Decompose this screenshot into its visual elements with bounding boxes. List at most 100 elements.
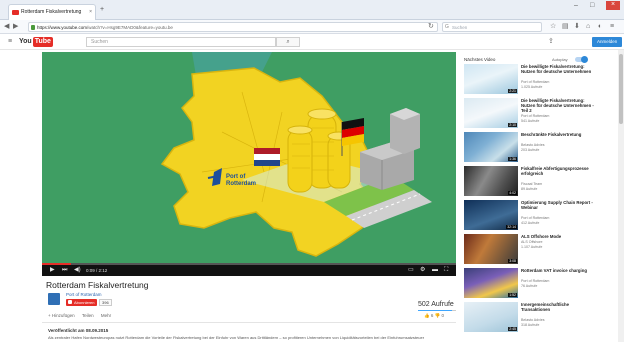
page-scrollbar[interactable] [618,50,624,342]
search-icon: ⌕ [286,39,290,45]
recommendation-thumbnail[interactable]: 2:21 [464,64,518,94]
channel-name[interactable]: Port of Rotterdam [66,292,102,298]
recommendation-title[interactable]: Innergemeinschaftliche Transaktionen [521,302,594,312]
recommendation-views: 76 Aufrufe [521,283,538,288]
fullscreen-icon[interactable]: ⛶ [444,266,448,275]
more-button[interactable]: Mehr [101,313,111,318]
recommendation-item[interactable]: 2:45 Innergemeinschaftliche Transaktionen… [464,302,594,332]
action-buttons: + Hinzufügen Teilen Mehr [48,313,117,319]
time-display: 0:09 / 2:12 [86,268,108,273]
autoplay-label: Autoplay [552,57,568,62]
recommendation-duration: 1:36 [508,157,517,161]
reload-icon[interactable]: ↻ [428,22,434,31]
recommendation-item[interactable]: 4:02 Fiskalfreie Abfertigungsprozesse erf… [464,166,594,196]
player-controls: ▶ ⏭ ◀) 0:09 / 2:12 ▭ ⚙ ▬ ⛶ [42,265,456,276]
settings-icon[interactable]: ⚙ [420,266,425,275]
logo-tube: Tube [32,37,53,47]
bookmarks-list-icon[interactable]: ▤ [562,22,569,31]
scrollbar-thumb[interactable] [619,54,623,124]
youtube-search-button[interactable]: ⌕ [276,37,300,47]
tab-title: Rotterdam Fiskalvertretung [21,9,82,15]
recommendation-item[interactable]: 1:36 Beschränkte Fiskalvertretung Belasto … [464,132,594,162]
youtube-header: ≡ You Tube Suchen ⌕ ⇪ Anmelden [0,34,624,50]
recommendation-thumbnail[interactable]: 1:36 [464,132,518,162]
recommendation-item[interactable]: 2:21 Die bewilligte Fiskalvertretung: Nut… [464,64,594,94]
share-button[interactable]: Teilen [82,313,94,318]
thumbs-up-icon[interactable]: 👍 [424,313,430,318]
video-description: Als zentraler Hafen Nordwesteuropas nutz… [48,335,425,340]
theater-mode-icon[interactable]: ▬ [432,266,438,275]
recommendation-item[interactable]: 2:10 Die bewilligte Fiskalvertretung: Nut… [464,98,594,128]
video-title: Rotterdam Fiskalvertretung [46,280,149,290]
recommendation-title[interactable]: Die bewilligte Fiskalvertretung: Nutzen … [521,64,594,74]
browser-tab[interactable]: Rotterdam Fiskalvertretung × [8,4,96,20]
add-to-button[interactable]: + Hinzufügen [48,313,75,318]
next-icon[interactable]: ⏭ [62,266,67,275]
subscribe-label: Abonnieren [74,300,95,305]
video-player[interactable]: Port of Rotterdam ▶ ⏭ ◀) 0:09 / 2:12 ▭ ⚙… [42,52,456,276]
video-frame[interactable]: Port of Rotterdam [42,52,456,264]
recommendation-title[interactable]: Rotterdam VAT invoice charging [521,268,594,273]
download-icon[interactable]: ⬇ [574,22,580,31]
logo-line-2: Rotterdam [226,181,256,187]
subtitles-icon[interactable]: ▭ [408,266,414,275]
home-icon[interactable]: ⌂ [586,22,590,31]
tab-close-icon[interactable]: × [89,5,92,20]
browser-nav-bar: ◀ ▶ https://www.youtube.com/watch?v=Hsg9… [0,20,624,34]
up-next-heading: Nächstes Video [464,57,496,62]
recommendation-title[interactable]: ALS Offshore Mode [521,234,594,239]
lock-icon [31,25,35,30]
recommendation-views: 412 Aufrufe [521,220,540,225]
maximize-button[interactable]: □ [590,2,594,10]
minimize-button[interactable]: – [574,2,578,10]
recommendation-item[interactable]: 3:08 ALS Offshore Mode ALS Offshore 1.107 A… [464,234,594,264]
subscribe-button[interactable]: Abonnieren [66,299,98,306]
guide-menu-icon[interactable]: ≡ [8,38,12,46]
signin-button[interactable]: Anmelden [592,37,623,47]
recommendation-duration: 32:14 [506,225,517,229]
recommendation-item[interactable]: 32:14 Optimierung Supply Chain Report - W… [464,200,594,230]
thumbs-down-icon[interactable]: 👎 [435,313,441,318]
recommendation-duration: 2:21 [508,89,517,93]
recommendation-title[interactable]: Beschränkte Fiskalvertretung [521,132,594,137]
like-count: 6 [430,313,434,318]
menu-icon[interactable]: ≡ [610,22,614,31]
recommendation-views: 541 Aufrufe [521,118,540,123]
close-window-button[interactable]: × [606,1,620,10]
divider [42,322,456,323]
address-bar[interactable]: https://www.youtube.com/watch?v=Hsg9E7MA… [28,22,438,32]
recommendation-title[interactable]: Optimierung Supply Chain Report - Webina… [521,200,594,210]
recommendation-item[interactable]: 1:52 Rotterdam VAT invoice charging Port o… [464,268,594,298]
like-dislike: 👍 6 👎 0 [424,313,444,319]
recommendation-thumbnail[interactable]: 4:02 [464,166,518,196]
recommendation-views: 1.025 Aufrufe [521,84,543,89]
recommendation-title[interactable]: Fiskalfreie Abfertigungsprozesse erfolgr… [521,166,594,176]
bookmark-star-icon[interactable]: ☆ [550,22,556,31]
recommendation-title[interactable]: Die bewilligte Fiskalvertretung: Nutzen … [521,98,594,113]
like-ratio-bar [418,310,456,311]
recommendation-views: 203 Aufrufe [521,147,540,152]
recommendation-thumbnail[interactable]: 2:10 [464,98,518,128]
recommendation-thumbnail[interactable]: 3:08 [464,234,518,264]
recommendation-thumbnail[interactable]: 1:52 [464,268,518,298]
recommendation-thumbnail[interactable]: 2:45 [464,302,518,332]
recommendation-duration: 2:10 [508,123,517,127]
autoplay-toggle[interactable] [575,56,588,63]
upload-icon[interactable]: ⇪ [548,38,554,46]
channel-avatar[interactable] [48,293,60,305]
youtube-search-input[interactable]: Suchen [86,37,276,47]
forward-icon[interactable]: ▶ [13,22,18,31]
pocket-icon[interactable]: ◐ [598,22,602,31]
browser-search-field[interactable]: G Suchen [442,22,542,32]
recommendation-duration: 3:08 [508,259,517,263]
youtube-logo[interactable]: You Tube [19,37,53,47]
browser-tab-bar: Rotterdam Fiskalvertretung × + – □ × [0,0,624,20]
recommendation-thumbnail[interactable]: 32:14 [464,200,518,230]
volume-icon[interactable]: ◀) [74,266,81,275]
new-tab-button[interactable]: + [100,6,104,13]
back-icon[interactable]: ◀ [4,22,9,31]
play-icon[interactable]: ▶ [50,266,55,275]
subscribe-icon [68,300,72,304]
url-host: https://www.youtube.com [37,25,88,30]
search-engine-icon: G [445,24,449,30]
